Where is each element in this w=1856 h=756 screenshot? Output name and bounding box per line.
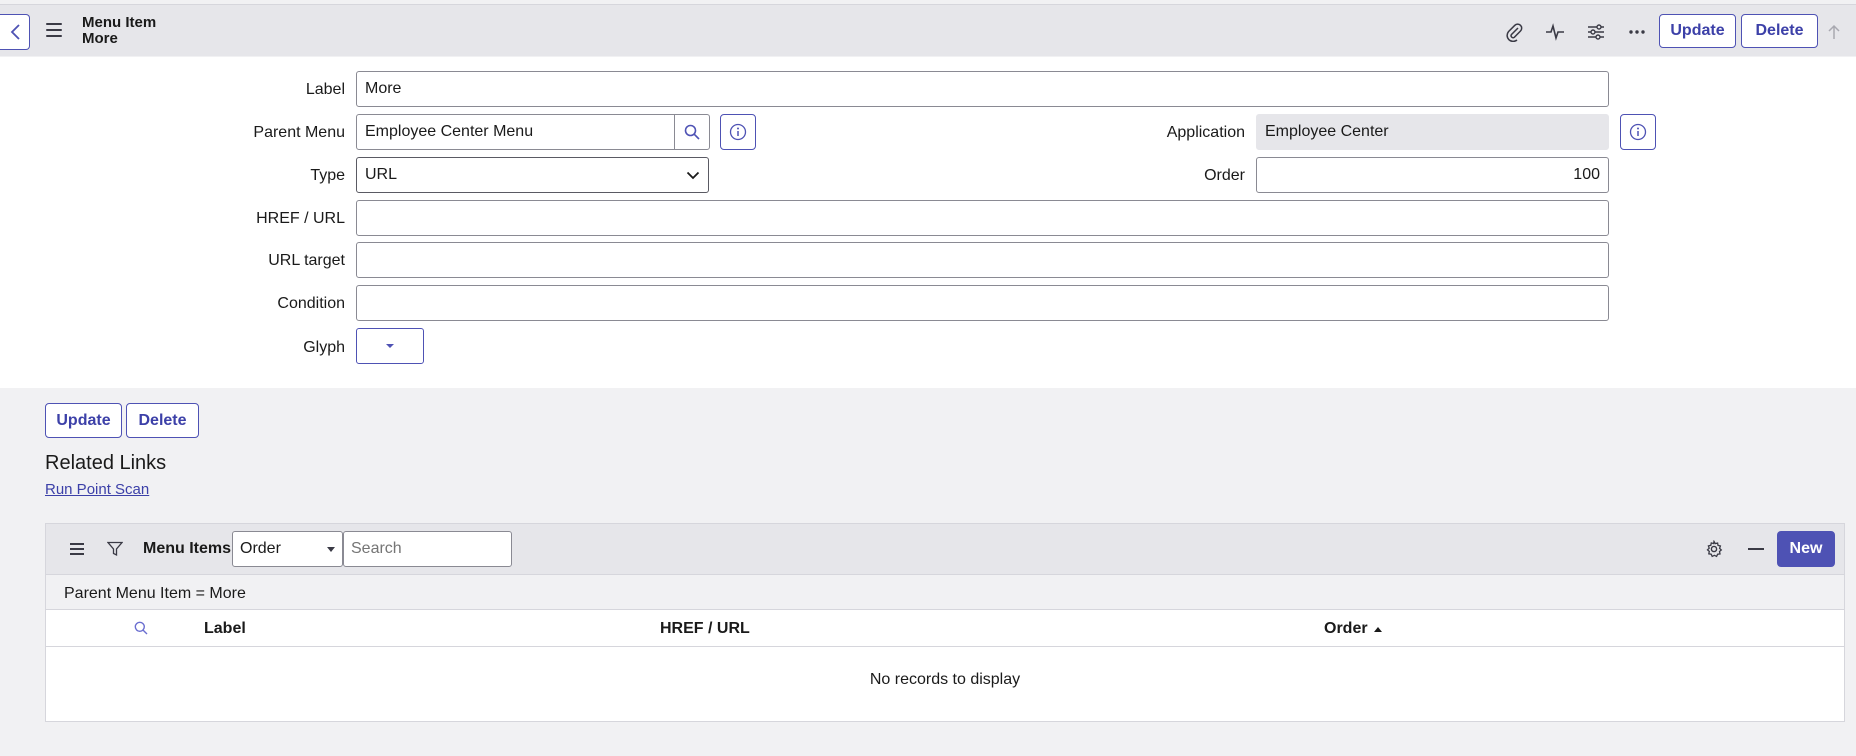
glyph-label: Glyph bbox=[303, 339, 345, 356]
chevron-down-icon bbox=[686, 171, 700, 179]
condition-label: Condition bbox=[277, 295, 345, 312]
header-update-button[interactable]: Update bbox=[1659, 14, 1736, 48]
run-point-scan-link[interactable]: Run Point Scan bbox=[45, 481, 149, 498]
collapse-list-icon[interactable] bbox=[1748, 548, 1764, 550]
parent-menu-lookup-button[interactable] bbox=[674, 114, 710, 150]
type-select-value: URL bbox=[365, 166, 398, 183]
list-title: Menu Items bbox=[143, 540, 232, 557]
scroll-up-icon[interactable] bbox=[1823, 21, 1845, 43]
form-title-record: More bbox=[82, 30, 118, 47]
paperclip-icon[interactable] bbox=[1503, 21, 1525, 43]
glyph-picker-button[interactable] bbox=[356, 328, 424, 364]
record-form: Label More Parent Menu Employee Center M… bbox=[0, 57, 1856, 388]
application-field: Employee Center bbox=[1256, 114, 1609, 150]
activity-icon[interactable] bbox=[1544, 21, 1566, 43]
update-button[interactable]: Update bbox=[45, 403, 122, 438]
list-search-field-value: Order bbox=[240, 540, 281, 557]
back-button[interactable] bbox=[0, 14, 30, 50]
header-delete-button[interactable]: Delete bbox=[1741, 14, 1818, 48]
application-info-button[interactable] bbox=[1620, 114, 1656, 150]
order-label: Order bbox=[1204, 167, 1245, 184]
label-field-label: Label bbox=[305, 81, 345, 98]
filter-icon[interactable] bbox=[107, 541, 123, 557]
column-header-label[interactable]: Label bbox=[204, 620, 246, 638]
gear-icon[interactable] bbox=[1705, 540, 1723, 558]
sort-ascending-icon bbox=[1373, 626, 1382, 632]
list-search-field-select[interactable]: Order bbox=[232, 531, 343, 567]
caret-down-icon bbox=[386, 344, 394, 348]
more-icon[interactable] bbox=[1626, 21, 1648, 43]
info-icon bbox=[1629, 123, 1647, 141]
form-title-table: Menu Item bbox=[82, 14, 157, 31]
column-header-order[interactable]: Order bbox=[1324, 620, 1382, 638]
parent-menu-label: Parent Menu bbox=[253, 124, 345, 141]
condition-input[interactable] bbox=[356, 285, 1609, 321]
column-header-href[interactable]: HREF / URL bbox=[660, 620, 750, 638]
parent-menu-input[interactable]: Employee Center Menu bbox=[356, 114, 675, 150]
list-menu-icon[interactable] bbox=[70, 543, 84, 555]
menu-items-related-list: Menu Items Order New Parent Menu Item = … bbox=[45, 523, 1845, 722]
type-label: Type bbox=[310, 167, 345, 184]
list-filter-breadcrumb[interactable]: Parent Menu Item = More bbox=[46, 574, 1844, 610]
type-select[interactable]: URL bbox=[356, 157, 709, 193]
parent-menu-info-button[interactable] bbox=[720, 114, 756, 150]
form-menu-icon[interactable] bbox=[46, 23, 62, 37]
label-input[interactable]: More bbox=[356, 71, 1609, 107]
list-toolbar: Menu Items Order New bbox=[46, 524, 1844, 574]
info-icon bbox=[729, 123, 747, 141]
url-target-input[interactable] bbox=[356, 242, 1609, 278]
search-icon bbox=[684, 124, 700, 140]
href-input[interactable] bbox=[356, 200, 1609, 236]
form-header: Menu Item More Update Delete bbox=[0, 4, 1856, 56]
href-label: HREF / URL bbox=[256, 210, 345, 227]
chevron-left-icon bbox=[10, 24, 20, 40]
delete-button[interactable]: Delete bbox=[126, 403, 199, 438]
new-record-button[interactable]: New bbox=[1777, 531, 1835, 567]
application-label: Application bbox=[1166, 124, 1245, 141]
related-links-title: Related Links bbox=[45, 452, 167, 474]
caret-down-icon bbox=[327, 546, 335, 552]
column-search-icon[interactable] bbox=[134, 621, 148, 635]
column-header-order-label: Order bbox=[1324, 620, 1368, 637]
form-title: Menu Item More bbox=[82, 15, 156, 47]
order-input[interactable]: 100 bbox=[1256, 157, 1609, 193]
list-search-input[interactable] bbox=[343, 531, 512, 567]
sliders-icon[interactable] bbox=[1585, 21, 1607, 43]
list-header-divider bbox=[46, 646, 1844, 647]
url-target-label: URL target bbox=[268, 252, 345, 269]
list-empty-message: No records to display bbox=[869, 671, 1021, 688]
